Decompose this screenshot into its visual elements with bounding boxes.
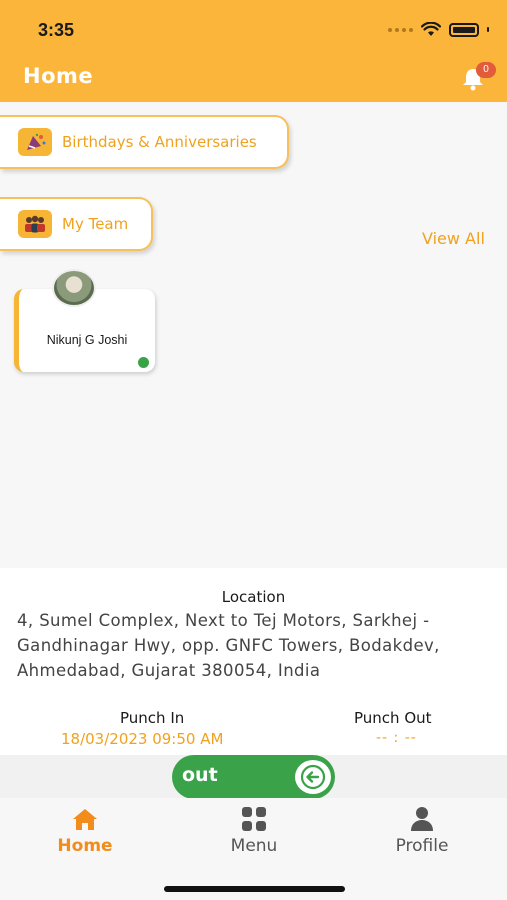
member-name: Nikunj G Joshi (46, 333, 128, 347)
slider-label: out (182, 764, 218, 786)
view-all-link[interactable]: View All (422, 229, 485, 248)
battery-icon (449, 22, 479, 37)
home-indicator (164, 886, 345, 892)
wifi-icon (421, 22, 441, 36)
avatar (52, 269, 96, 307)
tab-profile-label: Profile (395, 836, 449, 856)
punch-out-label: Punch Out (354, 709, 432, 727)
team-icon (18, 210, 52, 238)
arrow-left-icon[interactable] (295, 760, 331, 794)
tab-profile[interactable]: Profile (362, 806, 482, 856)
my-team-label: My Team (62, 215, 129, 233)
punch-out-slider[interactable]: out (172, 755, 335, 799)
battery-tip (487, 27, 489, 32)
status-time: 3:35 (38, 20, 75, 40)
status-icons (388, 22, 489, 37)
tab-home[interactable]: Home (25, 806, 145, 856)
person-icon (411, 807, 433, 831)
home-icon (73, 809, 97, 830)
tab-home-label: Home (57, 836, 113, 856)
my-team-button[interactable]: My Team (0, 197, 153, 251)
party-icon (18, 128, 52, 156)
punch-in-label: Punch In (120, 709, 185, 727)
birthdays-label: Birthdays & Anniversaries (62, 133, 257, 151)
birthdays-anniversaries-button[interactable]: Birthdays & Anniversaries (0, 115, 289, 169)
tab-menu-label: Menu (230, 836, 278, 856)
grid-icon (242, 807, 266, 831)
punch-in-value: 18/03/2023 09:50 AM (61, 730, 224, 748)
page-title: Home (23, 64, 94, 88)
punch-out-value: -- : -- (376, 730, 417, 746)
location-address: 4, Sumel Complex, Next to Tej Motors, Sa… (17, 611, 440, 680)
tab-menu[interactable]: Menu (194, 806, 314, 856)
bottom-tab-bar: Home Menu Profile (0, 798, 507, 900)
location-title: Location (221, 588, 286, 606)
notification-badge: 0 (476, 62, 496, 78)
online-status-dot (138, 357, 149, 368)
location-panel: Location 4, Sumel Complex, Next to Tej M… (0, 568, 507, 755)
cellular-signal-icon (388, 27, 413, 32)
